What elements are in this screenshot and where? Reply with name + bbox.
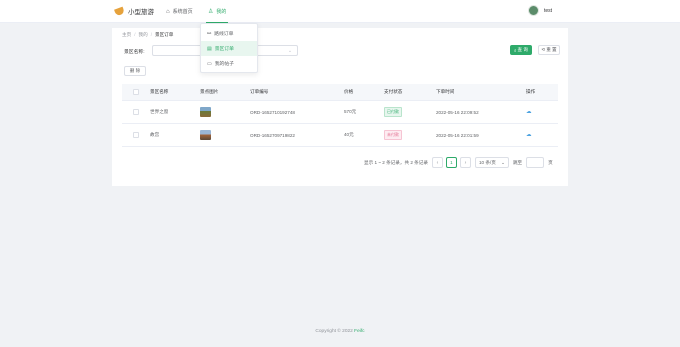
breadcrumb-current: 景区订单 — [154, 32, 174, 37]
mine-dropdown-menu: ⚯ 路线订单 ▤ 景区订单 ▭ 我的帖子 — [200, 23, 258, 73]
delete-label: 删 除 — [129, 68, 141, 73]
search-icon: ⌕ — [513, 47, 517, 53]
cell-price: 570元 — [344, 109, 357, 114]
page-size-select[interactable]: 10 条/页 ⌄ — [474, 157, 509, 168]
cell-time: 2022-05-16 22:01:59 — [436, 132, 479, 138]
footer-brand[interactable]: Feifc — [354, 329, 364, 334]
header-order-no: 订单编号 — [250, 89, 269, 94]
menu-item-label: 我的帖子 — [214, 62, 234, 67]
pagination-total: 显示 1 ~ 2 条记录，共 2 条记录 — [364, 159, 428, 165]
cell-order-no: ORD-1652709719822 — [250, 132, 295, 138]
breadcrumb-separator: / — [150, 32, 152, 37]
cell-image — [200, 107, 250, 117]
reset-button[interactable]: ⟲ 重 置 — [538, 45, 560, 55]
cell-image — [200, 130, 250, 140]
menu-item-label: 路线订单 — [214, 32, 234, 37]
prev-page-button[interactable]: ‹ — [431, 157, 443, 168]
page-jump-input[interactable] — [526, 157, 545, 168]
breadcrumb-home[interactable]: 主页 — [122, 32, 131, 38]
page-suffix: 页 — [548, 159, 553, 165]
chevron-down-icon[interactable]: ⌄ — [282, 45, 298, 56]
row-select-cell — [122, 109, 150, 115]
scenic-thumbnail[interactable] — [200, 130, 211, 140]
page-size-value: 10 条/页 — [478, 159, 496, 165]
pagination: 显示 1 ~ 2 条记录，共 2 条记录 ‹ 1 › 10 条/页 ⌄ 跳至 页 — [364, 157, 553, 168]
status-badge: 未付款 — [384, 130, 402, 140]
select-all-cell — [122, 89, 150, 95]
header-pay-status: 支付状态 — [384, 89, 403, 94]
app-title: 小型旅游 — [128, 9, 154, 16]
query-button[interactable]: ⌕ 查 询 — [510, 45, 532, 55]
user-name: test — [543, 7, 552, 14]
cell-time: 2022-05-16 22:09:52 — [436, 109, 479, 115]
table-header: 景区名称 景点图片 订单编号 价格 支付状态 下单时间 操作 — [122, 84, 558, 101]
row-checkbox[interactable] — [133, 132, 139, 138]
nav-mine[interactable]: ♙ 我的 — [206, 0, 229, 23]
cell-actions: ☁ — [526, 109, 558, 115]
home-icon: ⌂ — [166, 8, 170, 15]
header-name: 景区名称 — [150, 89, 169, 94]
nav-home[interactable]: ⌂ 系统首页 — [166, 0, 193, 23]
breadcrumb-separator: / — [134, 32, 136, 37]
header-price: 价格 — [344, 89, 354, 94]
view-icon[interactable]: ☁ — [526, 109, 532, 115]
document-icon: ▤ — [207, 45, 212, 52]
note-icon: ▭ — [207, 60, 212, 67]
footer-copyright: Copyright © 2022 — [315, 329, 353, 334]
orders-table: 景区名称 景点图片 订单编号 价格 支付状态 下单时间 操作 世界之窗 ORD-… — [122, 84, 558, 147]
cell-price: 40元 — [344, 132, 354, 137]
cell-pay-status: 未付款 — [384, 130, 436, 140]
user-icon: ♙ — [208, 8, 214, 15]
jump-label: 跳至 — [512, 159, 523, 165]
page-number[interactable]: 1 — [445, 157, 457, 168]
nav-mine-label: 我的 — [216, 8, 227, 15]
nav-home-label: 系统首页 — [172, 9, 193, 15]
link-icon: ⚯ — [207, 30, 212, 37]
cell-pay-status: 已付款 — [384, 107, 436, 117]
cell-order-no: ORD-1652710192748 — [250, 109, 295, 115]
table-row: 世界之窗 ORD-1652710192748 570元 已付款 2022-05-… — [122, 101, 558, 124]
cell-name: 世界之窗 — [150, 109, 169, 114]
header-image: 景点图片 — [200, 89, 219, 94]
view-icon[interactable]: ☁ — [526, 132, 532, 138]
refresh-icon: ⟲ — [541, 47, 546, 52]
query-label: 查 询 — [517, 47, 529, 52]
breadcrumb: 主页 / 我的 / 景区订单 — [122, 32, 173, 38]
app-logo[interactable]: 小型旅游 — [114, 6, 154, 16]
select-all-checkbox[interactable] — [133, 89, 139, 95]
main-card: 主页 / 我的 / 景区订单 景区名称: ⌄ ⌕ 查 询 ⟲ 重 置 删 除 景… — [112, 28, 568, 186]
delete-button[interactable]: 删 除 — [124, 66, 146, 76]
footer: Copyright © 2022 Feifc — [0, 329, 680, 334]
row-select-cell — [122, 132, 150, 138]
table-row: 故宫 ORD-1652709719822 40元 未付款 2022-05-16 … — [122, 124, 558, 147]
menu-item-scenic-orders[interactable]: ▤ 景区订单 — [201, 41, 257, 56]
user-menu[interactable]: test — [527, 5, 552, 16]
status-badge: 已付款 — [384, 107, 402, 117]
menu-item-route-orders[interactable]: ⚯ 路线订单 — [201, 26, 257, 41]
next-page-button[interactable]: › — [459, 157, 471, 168]
breadcrumb-mine[interactable]: 我的 — [138, 32, 147, 38]
reset-label: 重 置 — [546, 47, 557, 52]
header-time: 下单时间 — [436, 89, 455, 94]
menu-item-label: 景区订单 — [214, 47, 234, 52]
search-label: 景区名称: — [124, 50, 145, 55]
row-checkbox[interactable] — [133, 109, 139, 115]
cell-name: 故宫 — [150, 132, 160, 137]
chevron-down-icon: ⌄ — [501, 159, 505, 165]
menu-item-my-posts[interactable]: ▭ 我的帖子 — [201, 56, 257, 71]
logo-icon — [114, 6, 125, 16]
cell-actions: ☁ — [526, 132, 558, 138]
scenic-thumbnail[interactable] — [200, 107, 211, 117]
avatar[interactable] — [527, 5, 539, 16]
header-actions: 操作 — [526, 89, 536, 94]
top-navbar: 小型旅游 ⌂ 系统首页 ♙ 我的 test — [0, 0, 680, 23]
